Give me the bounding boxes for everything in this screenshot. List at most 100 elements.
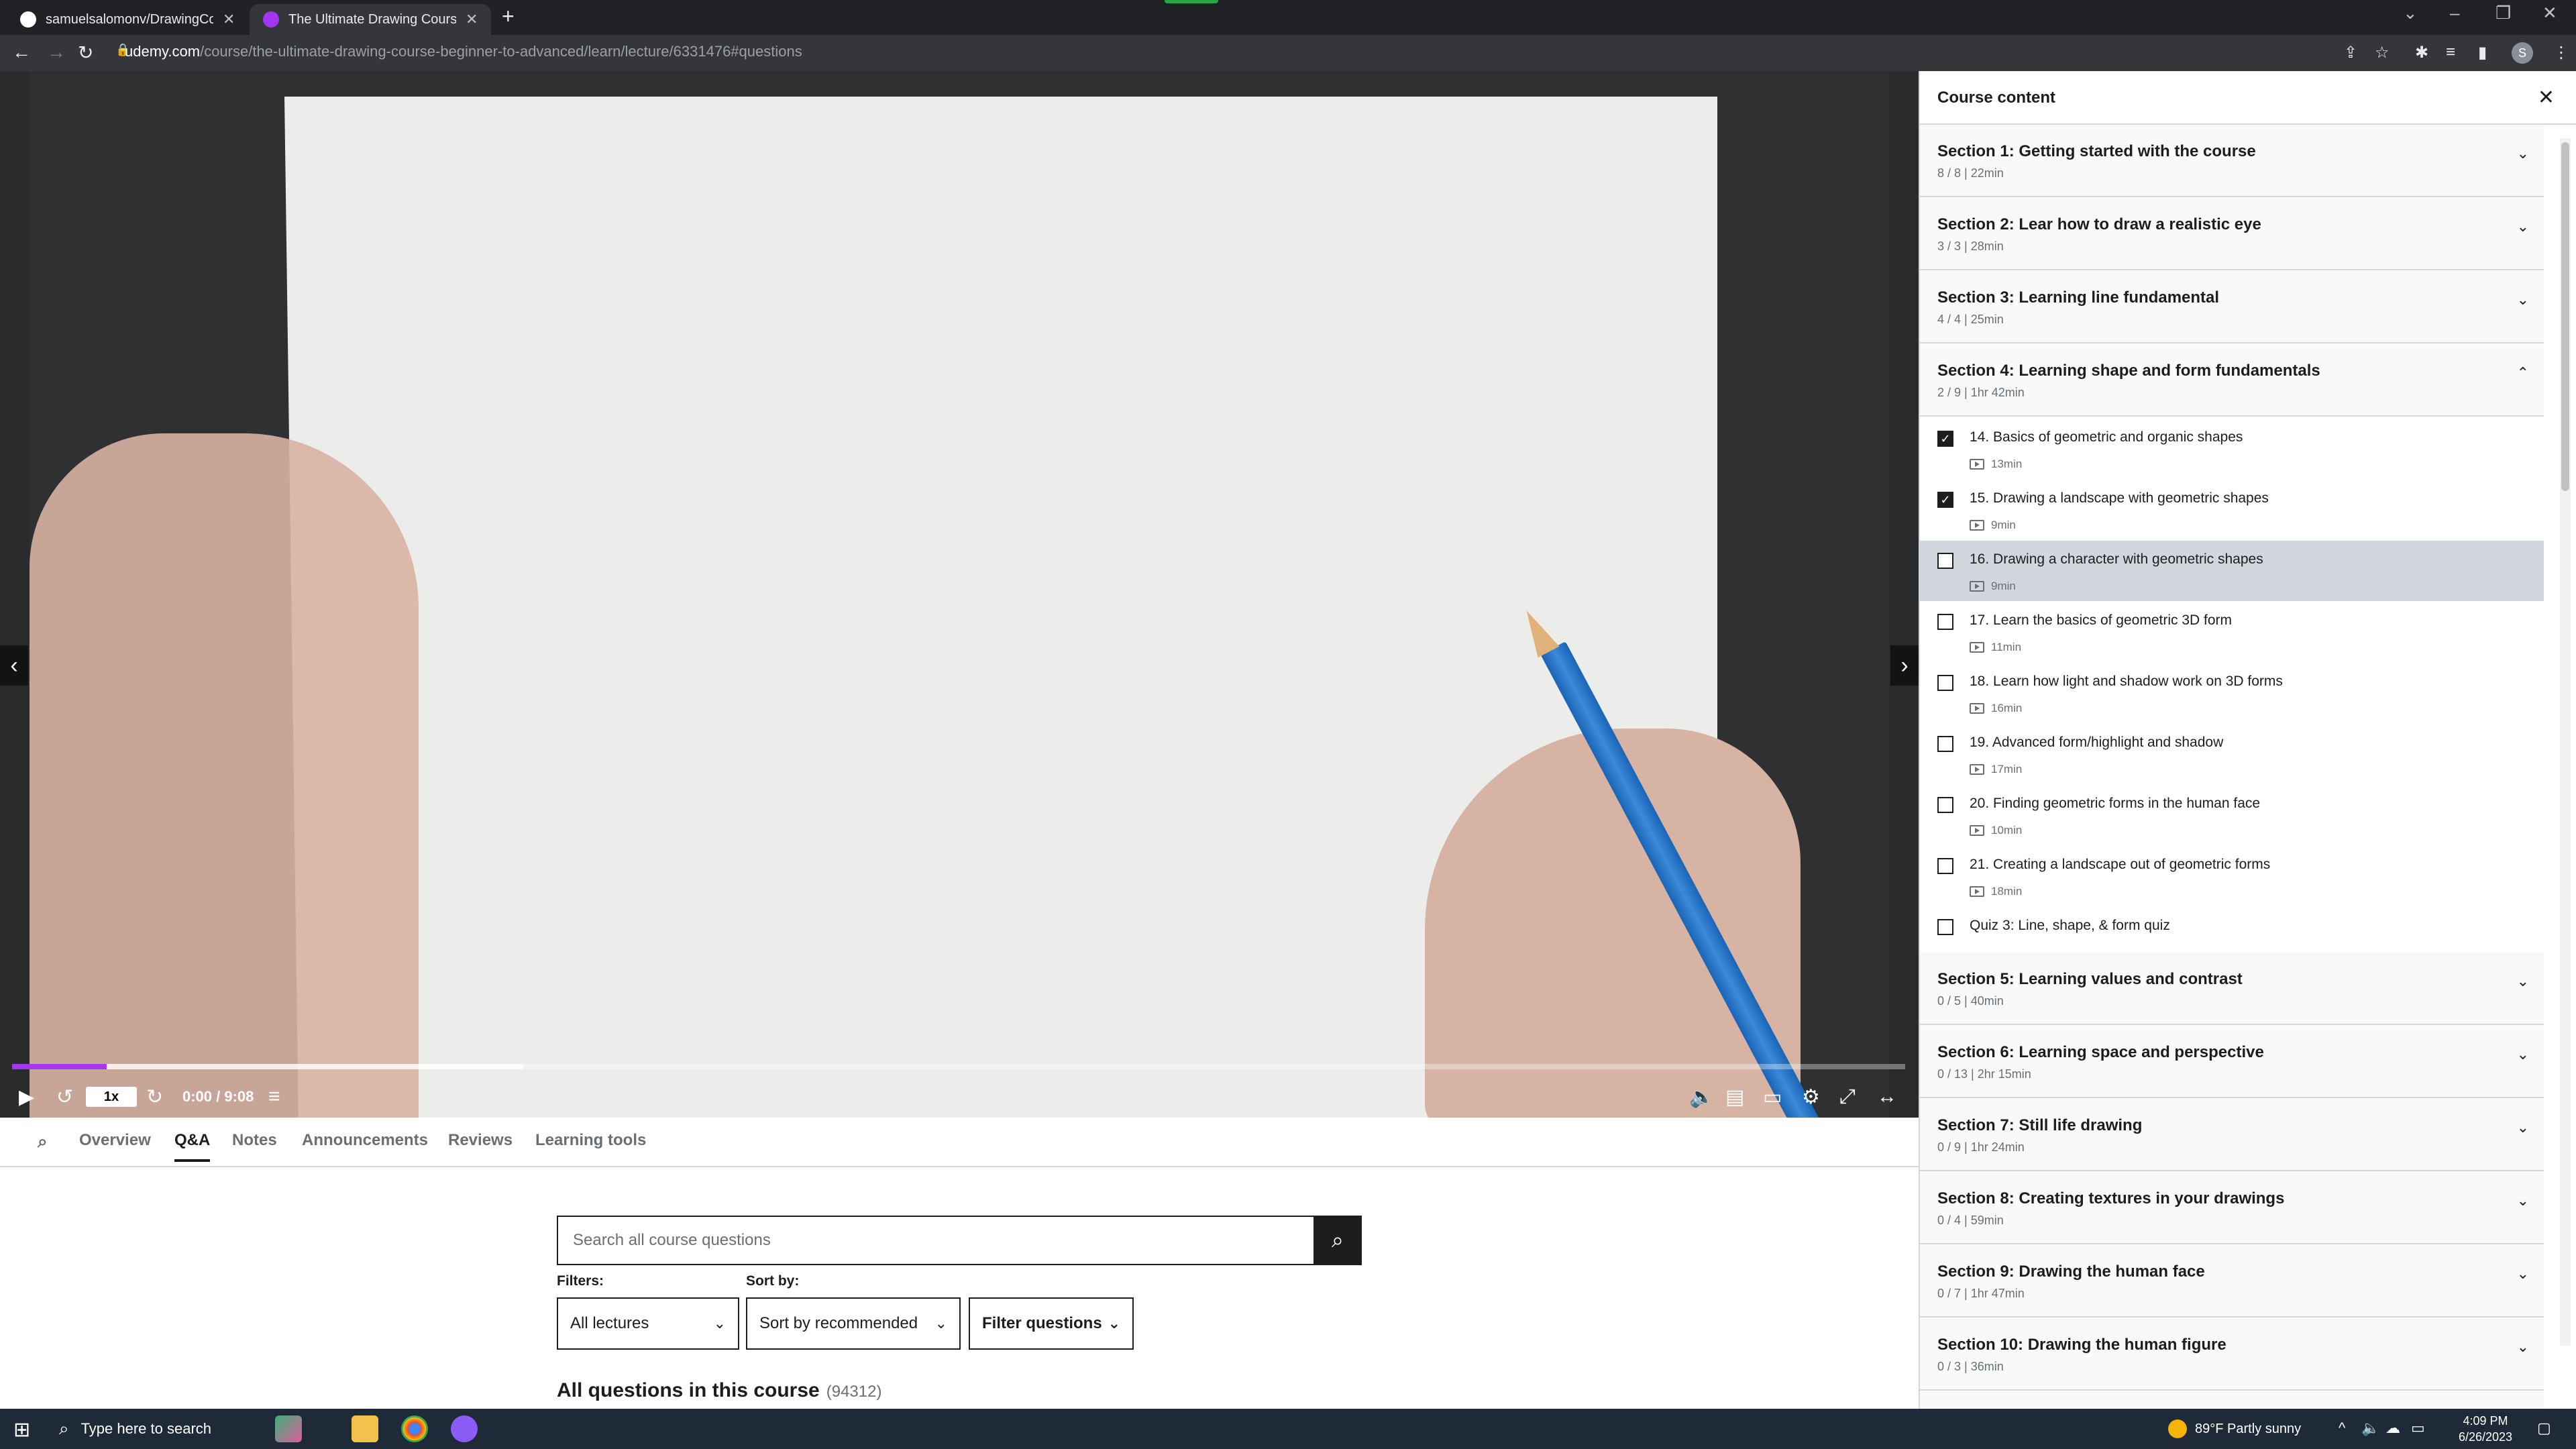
tray-chevron-icon[interactable]: ^ (2339, 1419, 2345, 1437)
browser-tab-github[interactable]: samuelsalomonv/DrawingCourse ✕ (7, 4, 248, 35)
volume-tray-icon[interactable]: 🔈 (2361, 1419, 2379, 1437)
tab-announcements[interactable]: Announcements (302, 1131, 428, 1150)
course-content-scrollbar[interactable] (2560, 138, 2571, 1346)
course-section[interactable]: Section 3: Learning line fundamental 4 / … (1920, 271, 2544, 343)
search-tab-icon[interactable]: ⌕ (38, 1131, 48, 1152)
taskbar-search[interactable]: ⌕ Type here to search (51, 1413, 266, 1445)
new-tab-button[interactable]: + (502, 4, 515, 29)
lecture-checkbox[interactable] (1937, 675, 1953, 691)
tab-overview[interactable]: Overview (79, 1131, 151, 1150)
lecture-filter-value: All lectures (570, 1314, 649, 1332)
lecture-item[interactable]: ✓ 15. Drawing a landscape with geometric … (1920, 480, 2544, 540)
lecture-checkbox[interactable] (1937, 614, 1953, 630)
playback-speed-button[interactable]: 1x (86, 1087, 137, 1107)
expand-icon[interactable]: ↔ (1877, 1085, 1897, 1108)
lecture-checkbox[interactable] (1937, 797, 1953, 813)
reading-list-icon[interactable]: ≡ (2446, 43, 2455, 62)
restore-icon[interactable]: ❐ (2496, 3, 2511, 23)
lecture-item[interactable]: 16. Drawing a character with geometric s… (1920, 541, 2544, 601)
video-player[interactable]: ‹ › ▶ ↺ 1x ↻ 0:00 / 9:08 ≡ 🔈 ▤ ▭ ⚙ ⤢ ↔ (0, 71, 1919, 1118)
next-lecture-button[interactable]: › (1890, 645, 1919, 686)
github-desktop-icon[interactable] (451, 1415, 478, 1442)
address-bar[interactable]: udemy.com/course/the-ultimate-drawing-co… (125, 43, 802, 60)
previous-lecture-button[interactable]: ‹ (0, 645, 28, 686)
chrome-icon[interactable] (401, 1415, 428, 1442)
course-section[interactable]: Section 5: Learning values and contrast 0… (1920, 953, 2544, 1025)
transcript-icon[interactable]: ▤ (1725, 1085, 1744, 1109)
course-section[interactable]: Section 1: Getting started with the cour… (1920, 125, 2544, 197)
rewind-icon[interactable]: ↺ (56, 1085, 73, 1109)
tab-search-icon[interactable]: ⌄ (2403, 3, 2418, 23)
chevron-down-icon: ⌄ (2516, 145, 2529, 162)
course-section[interactable]: Section 7: Still life drawing 0 / 9 | 1hr… (1920, 1099, 2544, 1171)
sort-dropdown[interactable]: Sort by recommended ⌄ (746, 1297, 961, 1350)
lecture-duration-row: 16min (1970, 702, 2022, 715)
back-icon[interactable]: ← (12, 42, 31, 63)
lecture-item[interactable]: 19. Advanced form/highlight and shadow 17… (1920, 724, 2544, 784)
tab-qa[interactable]: Q&A (174, 1131, 211, 1162)
lecture-checkbox[interactable] (1937, 858, 1953, 874)
browser-tab-udemy[interactable]: The Ultimate Drawing Course - B ✕ (250, 4, 492, 35)
lecture-item[interactable]: ✓ 14. Basics of geometric and organic sha… (1920, 419, 2544, 479)
clock-time: 4:09 PM (2463, 1414, 2508, 1428)
course-section[interactable]: Section 2: Lear how to draw a realistic … (1920, 198, 2544, 270)
share-icon[interactable]: ⇪ (2344, 43, 2357, 62)
course-section[interactable]: Section 4: Learning shape and form funda… (1920, 344, 2544, 417)
fullscreen-icon[interactable]: ⤢ (1839, 1085, 1856, 1108)
filter-questions-dropdown[interactable]: Filter questions ⌄ (969, 1297, 1134, 1350)
lecture-checkbox[interactable] (1937, 736, 1953, 752)
lecture-item[interactable]: 18. Learn how light and shadow work on 3… (1920, 663, 2544, 723)
scrollbar-thumb[interactable] (2561, 142, 2569, 491)
lecture-checkbox[interactable]: ✓ (1937, 431, 1953, 447)
close-window-icon[interactable]: ✕ (2542, 3, 2557, 23)
network-icon[interactable]: ▭ (2411, 1419, 2425, 1437)
taskbar-widget-icon[interactable] (275, 1415, 302, 1442)
close-icon[interactable]: ✕ (2538, 86, 2555, 109)
close-tab-icon[interactable]: ✕ (223, 11, 235, 28)
lecture-item[interactable]: Quiz 3: Line, shape, & form quiz (1920, 907, 2544, 951)
course-section[interactable]: Section 9: Drawing the human face 0 / 7 |… (1920, 1245, 2544, 1318)
section-title: Section 6: Learning space and perspectiv… (1937, 1043, 2264, 1061)
lecture-checkbox[interactable] (1937, 919, 1953, 935)
qa-search-button[interactable]: ⌕ (1313, 1216, 1362, 1265)
tab-notes[interactable]: Notes (232, 1131, 277, 1150)
lecture-checkbox[interactable] (1937, 553, 1953, 569)
course-section[interactable]: Section 8: Creating textures in your dra… (1920, 1172, 2544, 1244)
lecture-item[interactable]: 20. Finding geometric forms in the human… (1920, 785, 2544, 845)
lecture-filter-dropdown[interactable]: All lectures ⌄ (557, 1297, 739, 1350)
section-title: Section 9: Drawing the human face (1937, 1263, 2205, 1281)
course-section[interactable]: Section 6: Learning space and perspectiv… (1920, 1026, 2544, 1098)
chevron-down-icon: ⌄ (2516, 291, 2529, 308)
onedrive-icon[interactable]: ☁ (2385, 1419, 2400, 1437)
bookmark-star-icon[interactable]: ☆ (2375, 43, 2390, 62)
windows-start-icon[interactable]: ⊞ (13, 1418, 30, 1442)
tab-reviews[interactable]: Reviews (448, 1131, 513, 1150)
tab-learning-tools[interactable]: Learning tools (535, 1131, 646, 1150)
captions-icon[interactable]: ▭ (1763, 1085, 1782, 1109)
settings-gear-icon[interactable]: ⚙ (1802, 1085, 1820, 1109)
weather-widget[interactable]: 89°F Partly sunny (2168, 1419, 2301, 1438)
forward-5s-icon[interactable]: ↻ (146, 1085, 163, 1109)
side-panel-icon[interactable]: ▮ (2478, 43, 2487, 62)
lecture-checkbox[interactable]: ✓ (1937, 492, 1953, 508)
play-icon[interactable]: ▶ (19, 1085, 34, 1109)
lecture-item[interactable]: 17. Learn the basics of geometric 3D for… (1920, 602, 2544, 662)
extensions-icon[interactable]: ✱ (2415, 43, 2428, 62)
video-progress-bar[interactable] (12, 1064, 1905, 1069)
qa-search-input[interactable] (558, 1217, 1315, 1264)
file-explorer-icon[interactable] (352, 1415, 378, 1442)
close-tab-icon[interactable]: ✕ (466, 11, 478, 28)
tab-title: samuelsalomonv/DrawingCourse (46, 11, 213, 27)
taskbar-clock[interactable]: 4:09 PM 6/26/2023 (2449, 1413, 2522, 1445)
tab-title: The Ultimate Drawing Course - B (288, 11, 456, 27)
minimize-icon[interactable]: – (2450, 3, 2459, 23)
course-section[interactable]: Section 10: Drawing the human figure 0 / … (1920, 1318, 2544, 1391)
lecture-item[interactable]: 21. Creating a landscape out of geometri… (1920, 846, 2544, 906)
forward-icon[interactable]: → (47, 42, 66, 63)
add-note-icon[interactable]: ≡ (268, 1085, 280, 1108)
menu-kebab-icon[interactable]: ⋮ (2553, 43, 2569, 62)
reload-icon[interactable]: ↻ (78, 42, 93, 64)
volume-icon[interactable]: 🔈 (1689, 1085, 1714, 1109)
notifications-icon[interactable]: ▢ (2537, 1419, 2551, 1437)
profile-avatar[interactable]: S (2512, 42, 2533, 64)
